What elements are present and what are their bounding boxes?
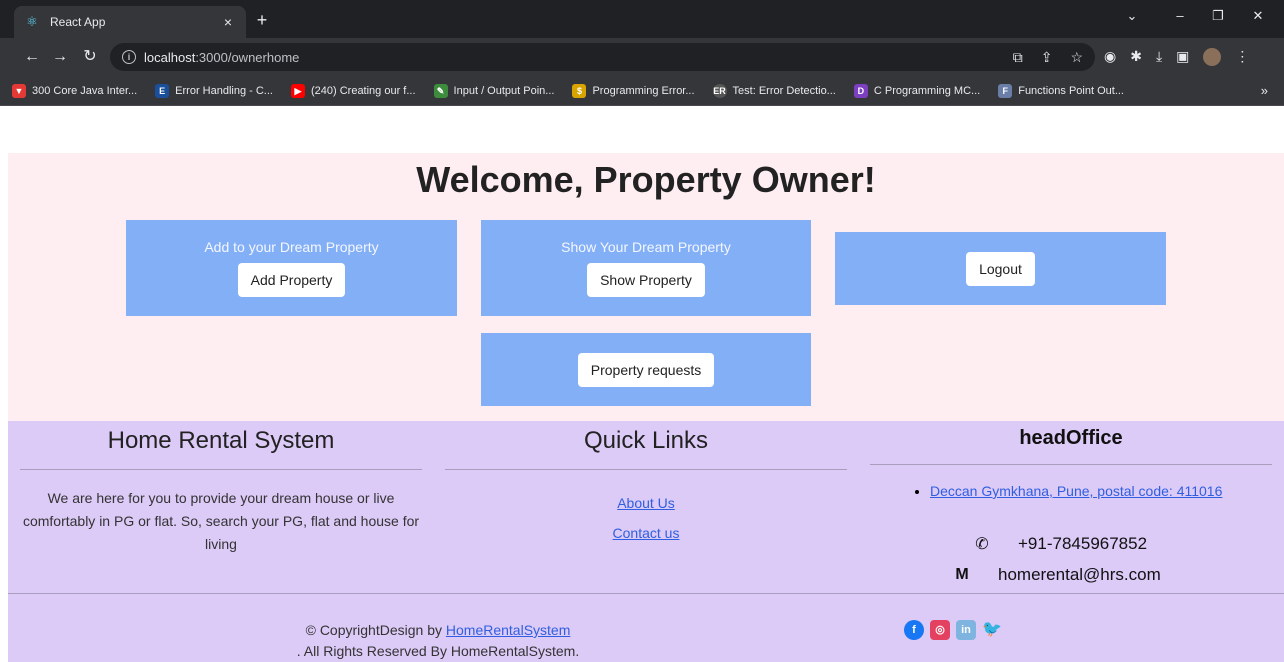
bookmarks-bar: ▼ 300 Core Java Inter... E Error Handling …	[0, 76, 1284, 106]
logout-button[interactable]: Logout	[966, 251, 1035, 286]
copyright-suffix: . All Rights Reserved By HomeRentalSyste…	[296, 643, 580, 659]
bookmark-item[interactable]: ▶ (240) Creating our f...	[290, 83, 416, 98]
social-icons: f ◎ in 🐦	[904, 620, 1002, 640]
copyright-link[interactable]: HomeRentalSystem	[446, 622, 571, 638]
browser-tab[interactable]: ⚛ React App ×	[14, 6, 246, 38]
bookmark-label: Functions Point Out...	[1018, 84, 1124, 97]
bookmark-favicon-icon: $	[572, 83, 587, 98]
bookmark-favicon-icon: ER	[712, 83, 727, 98]
bookmark-label: 300 Core Java Inter...	[32, 84, 138, 97]
facebook-icon[interactable]: f	[904, 620, 924, 640]
tab-close-icon[interactable]: ×	[220, 14, 236, 30]
divider	[870, 464, 1272, 465]
address-bar[interactable]: i localhost:3000/ownerhome ⧉ ⇪ ☆	[110, 43, 1095, 71]
browser-toolbar: ← → ↻ i localhost:3000/ownerhome ⧉ ⇪ ☆ ◉…	[0, 38, 1284, 76]
twitter-icon[interactable]: 🐦	[982, 620, 1002, 640]
extensions-puzzle-icon[interactable]: ✱	[1130, 48, 1142, 66]
add-property-button[interactable]: Add Property	[237, 263, 346, 297]
phone-icon: ✆	[975, 536, 989, 553]
url-host: localhost	[144, 49, 196, 65]
address-item: Deccan Gymkhana, Pune, postal code: 4110…	[930, 483, 1272, 499]
email-address: homerental@hrs.com	[998, 565, 1161, 584]
footer-about-text: We are here for you to provide your drea…	[22, 490, 420, 552]
bookmark-label: (240) Creating our f...	[310, 84, 416, 97]
bookmarks-overflow-icon[interactable]: »	[1261, 83, 1268, 98]
show-property-card: Show Your Dream Property Show Property	[481, 220, 811, 316]
minimize-button[interactable]: –	[1170, 8, 1190, 23]
share-icon[interactable]: ⇪	[1041, 49, 1053, 66]
react-favicon-icon: ⚛	[26, 14, 38, 29]
side-panel-icon[interactable]: ▣	[1176, 48, 1189, 66]
site-info-icon[interactable]: i	[122, 50, 136, 64]
contact-us-link[interactable]: Contact us	[445, 518, 847, 548]
youtube-icon: ▶	[290, 83, 305, 98]
forward-icon[interactable]: →	[50, 48, 70, 66]
bookmark-item[interactable]: E Error Handling - C...	[155, 83, 273, 98]
bookmark-favicon-icon: D	[853, 83, 868, 98]
quick-links-title: Quick Links	[583, 427, 709, 454]
instagram-icon[interactable]: ◎	[930, 620, 950, 640]
bookmark-favicon-icon: ▼	[12, 83, 26, 98]
copyright-text: © CopyrightDesign by HomeRentalSystem . …	[248, 620, 628, 662]
tab-search-icon[interactable]: ⌄	[1122, 8, 1142, 24]
footer-brand-title: Home Rental System	[107, 427, 335, 454]
footer-about: Home Rental System We are here for you t…	[20, 421, 422, 556]
bookmark-favicon-icon: ✎	[433, 83, 448, 98]
page-top-spacer	[0, 106, 1284, 153]
about-us-link[interactable]: About Us	[445, 488, 847, 518]
bookmark-label: Input / Output Poin...	[453, 84, 555, 97]
bookmark-item[interactable]: ▼ 300 Core Java Inter...	[12, 83, 138, 98]
head-office-title: headOffice	[1019, 427, 1123, 449]
owner-dashboard: Welcome, Property Owner! Add to your Dre…	[8, 153, 1284, 421]
footer-head-office: headOffice Deccan Gymkhana, Pune, postal…	[870, 421, 1272, 499]
property-requests-button[interactable]: Property requests	[577, 352, 715, 387]
new-tab-button[interactable]: +	[252, 10, 272, 30]
show-property-button[interactable]: Show Property	[587, 263, 705, 297]
copyright-prefix: © CopyrightDesign by	[305, 622, 446, 638]
footer-quick-links: Quick Links About Us Contact us	[445, 421, 847, 548]
divider	[20, 469, 422, 470]
bookmark-item[interactable]: ER Test: Error Detectio...	[712, 83, 836, 98]
email-line: M homerental@hrs.com	[950, 565, 1161, 585]
page-title: Welcome, Property Owner!	[416, 159, 876, 200]
restore-button[interactable]: ❐	[1208, 8, 1228, 24]
bookmark-item[interactable]: F Functions Point Out...	[998, 83, 1124, 98]
install-app-icon[interactable]: ⧉	[1013, 49, 1023, 66]
back-icon[interactable]: ←	[22, 48, 42, 66]
tab-title: React App	[50, 15, 106, 29]
menu-kebab-icon[interactable]: ⋮	[1235, 48, 1249, 66]
reload-icon[interactable]: ↻	[80, 48, 100, 66]
bookmark-label: Programming Error...	[592, 84, 695, 97]
add-property-label: Add to your Dream Property	[204, 239, 379, 255]
address-link[interactable]: Deccan Gymkhana, Pune, postal code: 4110…	[930, 483, 1222, 499]
logout-card: Logout	[835, 232, 1166, 305]
bookmark-label: Error Handling - C...	[175, 84, 273, 97]
bookmark-star-icon[interactable]: ☆	[1070, 49, 1083, 66]
address-list: Deccan Gymkhana, Pune, postal code: 4110…	[870, 483, 1272, 499]
add-property-card: Add to your Dream Property Add Property	[126, 220, 457, 316]
grammarly-extension-icon[interactable]: ◉	[1104, 48, 1116, 66]
profile-avatar[interactable]	[1203, 48, 1222, 66]
divider	[445, 469, 847, 470]
bookmark-label: C Programming MC...	[873, 84, 981, 97]
phone-line: ✆ +91-7845967852	[970, 534, 1147, 554]
bookmark-item[interactable]: $ Programming Error...	[572, 83, 695, 98]
phone-number: +91-7845967852	[1018, 534, 1148, 553]
bookmark-favicon-icon: E	[155, 83, 170, 98]
browser-tabbar: ⚛ React App × + ⌄ – ❐ ✕	[0, 0, 1284, 38]
linkedin-icon[interactable]: in	[956, 620, 976, 640]
bookmark-item[interactable]: ✎ Input / Output Poin...	[433, 83, 555, 98]
bookmark-label: Test: Error Detectio...	[732, 84, 836, 97]
bookmark-favicon-icon: F	[998, 83, 1013, 98]
site-footer: Home Rental System We are here for you t…	[8, 421, 1284, 662]
show-property-label: Show Your Dream Property	[561, 239, 731, 255]
download-icon[interactable]: ⤓	[1156, 48, 1162, 66]
property-requests-card: Property requests	[481, 333, 811, 406]
bookmark-item[interactable]: D C Programming MC...	[853, 83, 981, 98]
url-path: :3000/ownerhome	[195, 49, 300, 65]
footer-divider	[8, 593, 1284, 594]
gmail-icon: M	[955, 566, 969, 583]
close-window-button[interactable]: ✕	[1248, 8, 1268, 24]
